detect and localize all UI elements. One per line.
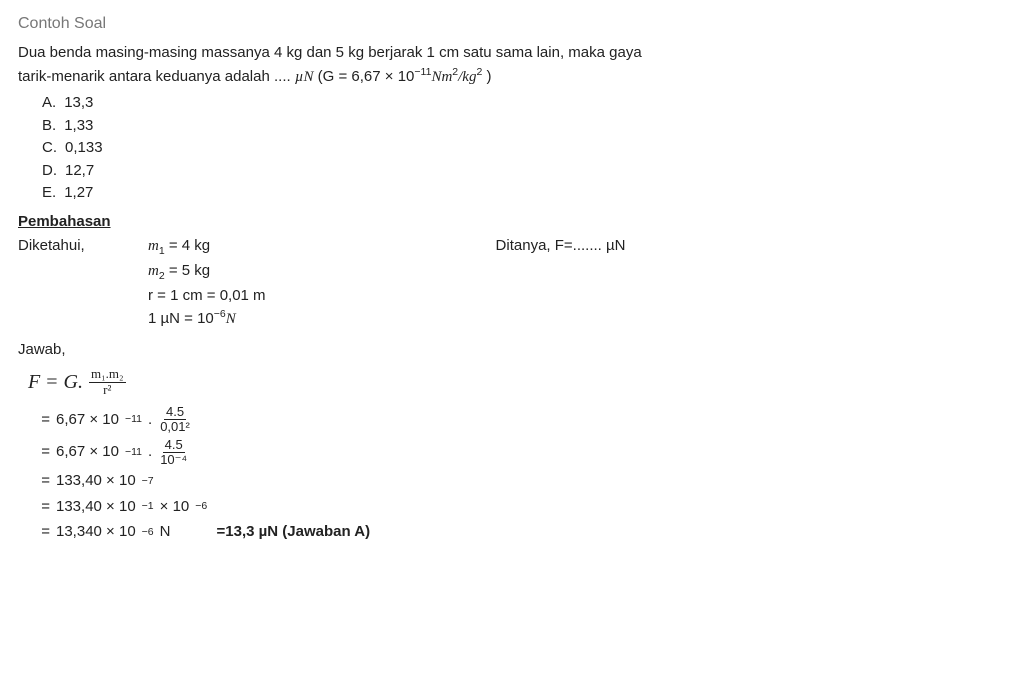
m1-val: = 4 kg — [165, 237, 210, 254]
section-title: Contoh Soal — [18, 12, 1006, 36]
option-a: A. 13,3 — [42, 92, 1006, 115]
fraction-denominator: 10⁻⁴ — [158, 453, 189, 467]
exp: −7 — [142, 474, 154, 490]
option-letter: B. — [42, 115, 56, 138]
exp-1: −1 — [142, 499, 154, 515]
known-row: Diketahui, m1 = 4 kg m2 = 5 kg r = 1 cm … — [18, 235, 1006, 331]
known-mu: 1 µN = 10−6N — [148, 307, 266, 331]
g-open: (G = — [313, 68, 351, 85]
step-2: = 6,67 × 10 −11 . 4.5 10⁻⁴ — [36, 438, 1006, 468]
option-d: D. 12,7 — [42, 160, 1006, 183]
mu-unit: N — [226, 311, 236, 327]
fraction-numerator: 4.5 — [163, 438, 185, 453]
dot: . — [148, 441, 152, 464]
answer-label: Jawab, — [18, 339, 1006, 362]
g-unit-n: Nm — [431, 69, 452, 85]
option-letter: A. — [42, 92, 56, 115]
final-answer: =13,3 µN (Jawaban A) — [217, 521, 371, 544]
asked-label: Ditanya, F=....... µN — [496, 235, 626, 258]
coef: 6,67 × 10 — [56, 409, 119, 432]
var-f: F — [28, 367, 40, 397]
known-m2: m2 = 5 kg — [148, 260, 266, 285]
coef: 6,67 × 10 — [56, 441, 119, 464]
known-label: Diketahui, — [18, 235, 148, 258]
equals-sign: = — [36, 409, 50, 432]
step-5: = 13,340 × 10 −6 N =13,3 µN (Jawaban A) — [36, 521, 1006, 544]
step-3: = 133,40 × 10 −7 — [36, 470, 1006, 493]
dot: . — [148, 409, 152, 432]
known-values: m1 = 4 kg m2 = 5 kg r = 1 cm = 0,01 m 1 … — [148, 235, 266, 331]
option-text: 1,27 — [64, 182, 93, 205]
g-value: 6,67 × 10 — [351, 68, 414, 85]
mu-val: 10 — [197, 310, 214, 327]
option-letter: C. — [42, 137, 57, 160]
equals-sign: = — [36, 470, 50, 493]
equals-sign: = — [36, 441, 50, 464]
equals-sign: = — [46, 367, 57, 397]
exp: −11 — [125, 445, 142, 461]
fraction: m₁.m₂ r² — [89, 367, 126, 397]
exp-2: −6 — [195, 499, 207, 515]
option-text: 0,133 — [65, 137, 103, 160]
fraction-numerator: m₁.m₂ — [89, 367, 126, 382]
unit-n: N — [160, 521, 171, 544]
step-text: 13,340 × 10 — [56, 521, 136, 544]
mu-prefix: 1 µN = — [148, 310, 197, 327]
equals-sign: = — [36, 521, 50, 544]
m2-val: = 5 kg — [165, 262, 210, 279]
g-close: ) — [482, 68, 491, 85]
unit-micro-n: µN — [295, 69, 314, 85]
problem-line-2: tarik-menarik antara keduanya adalah ...… — [18, 65, 1006, 89]
option-text: 1,33 — [64, 115, 93, 138]
g-unit-slash: /kg — [458, 69, 476, 85]
option-letter: E. — [42, 182, 56, 205]
exp: −6 — [142, 525, 154, 541]
equals-sign: = — [36, 496, 50, 519]
var-m: m — [148, 238, 159, 254]
known-m1: m1 = 4 kg — [148, 235, 266, 260]
var-g: G. — [64, 367, 83, 397]
solution-heading: Pembahasan — [18, 211, 1006, 234]
main-formula: F = G. m₁.m₂ r² — [28, 367, 1006, 397]
fraction: 4.5 10⁻⁴ — [158, 438, 189, 468]
problem-prefix: tarik-menarik antara keduanya adalah ...… — [18, 68, 295, 85]
option-e: E. 1,27 — [42, 182, 1006, 205]
step-text: 133,40 × 10 — [56, 470, 136, 493]
option-c: C. 0,133 — [42, 137, 1006, 160]
fraction-numerator: 4.5 — [164, 405, 186, 420]
option-text: 13,3 — [64, 92, 93, 115]
step-1: = 6,67 × 10 −11 . 4.5 0,01² — [36, 405, 1006, 435]
step-text: 133,40 × 10 — [56, 496, 136, 519]
exp: −11 — [125, 412, 142, 428]
fraction: 4.5 0,01² — [158, 405, 192, 435]
options-list: A. 13,3 B. 1,33 C. 0,133 D. 12,7 E. 1,27 — [42, 92, 1006, 205]
calculation-steps: = 6,67 × 10 −11 . 4.5 0,01² = 6,67 × 10 −1… — [36, 405, 1006, 544]
problem-text: Dua benda masing-masing massanya 4 kg da… — [18, 42, 1006, 88]
mu-exp: −6 — [214, 308, 226, 320]
g-exp: −11 — [414, 66, 431, 78]
option-text: 12,7 — [65, 160, 94, 183]
option-letter: D. — [42, 160, 57, 183]
step-4: = 133,40 × 10 −1 × 10 −6 — [36, 496, 1006, 519]
problem-line-1: Dua benda masing-masing massanya 4 kg da… — [18, 42, 1006, 65]
known-r: r = 1 cm = 0,01 m — [148, 285, 266, 308]
option-b: B. 1,33 — [42, 115, 1006, 138]
fraction-denominator: r² — [101, 383, 113, 397]
fraction-denominator: 0,01² — [158, 420, 192, 434]
step-mid: × 10 — [160, 496, 190, 519]
var-m: m — [148, 263, 159, 279]
